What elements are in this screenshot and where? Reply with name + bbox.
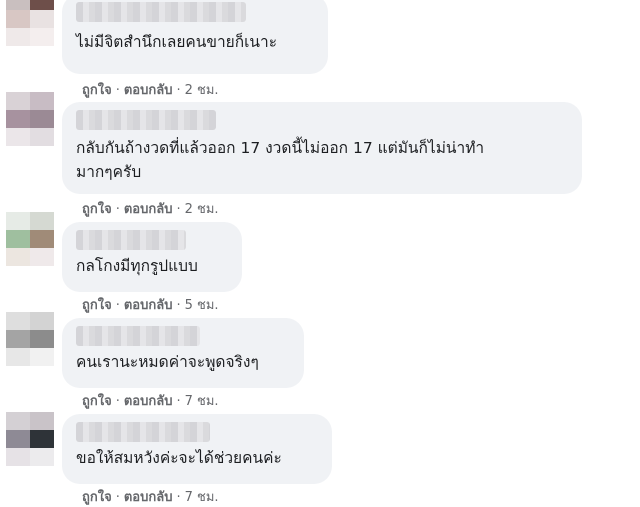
comment-timestamp[interactable]: 2 ชม. — [185, 202, 219, 217]
comment-text: คนเรานะหมดค่าจะพูดจริงๆ — [76, 353, 259, 371]
avatar-pixel — [6, 448, 30, 466]
avatar-pixel — [30, 212, 54, 230]
reply-button[interactable]: ตอบกลับ — [124, 394, 173, 409]
avatar-pixel — [30, 128, 54, 146]
separator: · — [176, 490, 181, 505]
commenter-name-blurred[interactable] — [76, 110, 216, 130]
avatar-pixel — [6, 10, 30, 28]
comment-actions: ถูกใจ · ตอบกลับ · 2 ชม. — [82, 198, 219, 219]
comment-actions: ถูกใจ · ตอบกลับ · 7 ชม. — [82, 390, 219, 411]
reply-button[interactable]: ตอบกลับ — [124, 490, 173, 505]
avatar-pixel — [6, 28, 30, 46]
comment-timestamp[interactable]: 7 ชม. — [185, 394, 219, 409]
like-button[interactable]: ถูกใจ — [82, 83, 112, 98]
like-button[interactable]: ถูกใจ — [82, 490, 112, 505]
separator: · — [115, 394, 120, 409]
reply-button[interactable]: ตอบกลับ — [124, 298, 173, 313]
avatar-pixel — [6, 412, 30, 430]
comment-actions: ถูกใจ · ตอบกลับ · 5 ชม. — [82, 294, 219, 315]
avatar-pixel — [30, 28, 54, 46]
avatar[interactable] — [6, 412, 54, 466]
separator: · — [115, 490, 120, 505]
separator: · — [176, 83, 181, 98]
like-button[interactable]: ถูกใจ — [82, 394, 112, 409]
avatar-pixel — [30, 248, 54, 266]
separator: · — [176, 394, 181, 409]
avatar-pixel — [6, 92, 30, 110]
comment-timestamp[interactable]: 7 ชม. — [185, 490, 219, 505]
comment-bubble: กลโกงมีทุกรูปแบบ — [62, 222, 242, 292]
avatar-pixel — [6, 212, 30, 230]
avatar-pixel — [6, 248, 30, 266]
avatar-pixel — [6, 348, 30, 366]
reply-button[interactable]: ตอบกลับ — [124, 202, 173, 217]
avatar-pixel — [6, 110, 30, 128]
commenter-name-blurred[interactable] — [76, 230, 186, 250]
avatar-pixel — [30, 312, 54, 330]
separator: · — [176, 298, 181, 313]
comment-actions: ถูกใจ · ตอบกลับ · 2 ชม. — [82, 79, 219, 100]
like-button[interactable]: ถูกใจ — [82, 298, 112, 313]
commenter-name-blurred[interactable] — [76, 2, 246, 22]
avatar-pixel — [30, 330, 54, 348]
commenter-name-blurred[interactable] — [76, 326, 200, 346]
comment-actions: ถูกใจ · ตอบกลับ · 7 ชม. — [82, 486, 219, 507]
comment-timestamp[interactable]: 2 ชม. — [185, 83, 219, 98]
avatar-pixel — [6, 0, 30, 10]
comment-bubble: คนเรานะหมดค่าจะพูดจริงๆ — [62, 318, 304, 388]
avatar[interactable] — [6, 0, 54, 46]
comment-bubble: ขอให้สมหวังค่ะจะได้ช่วยคนค่ะ — [62, 414, 332, 484]
separator: · — [115, 298, 120, 313]
comment-bubble: กลับกันถ้างวดที่แล้วออก 17 งวดนี้ไม่ออก … — [62, 102, 582, 194]
separator: · — [115, 83, 120, 98]
comment-bubble: ไม่มีจิตสำนึกเลยคนขายก็เนาะ — [62, 0, 328, 74]
avatar[interactable] — [6, 212, 54, 266]
avatar-pixel — [6, 128, 30, 146]
avatar-pixel — [30, 230, 54, 248]
comment-text: กลโกงมีทุกรูปแบบ — [76, 257, 198, 275]
avatar-pixel — [30, 430, 54, 448]
avatar-pixel — [6, 430, 30, 448]
avatar-pixel — [6, 312, 30, 330]
comment-text: ไม่มีจิตสำนึกเลยคนขายก็เนาะ — [76, 33, 278, 51]
comment-text: กลับกันถ้างวดที่แล้วออก 17 งวดนี้ไม่ออก … — [76, 139, 485, 181]
avatar-pixel — [6, 330, 30, 348]
commenter-name-blurred[interactable] — [76, 422, 210, 442]
avatar-pixel — [30, 10, 54, 28]
comment-text: ขอให้สมหวังค่ะจะได้ช่วยคนค่ะ — [76, 449, 282, 467]
reply-button[interactable]: ตอบกลับ — [124, 83, 173, 98]
avatar-pixel — [30, 448, 54, 466]
separator: · — [115, 202, 120, 217]
avatar-pixel — [30, 92, 54, 110]
avatar-pixel — [30, 412, 54, 430]
like-button[interactable]: ถูกใจ — [82, 202, 112, 217]
comment-timestamp[interactable]: 5 ชม. — [185, 298, 219, 313]
avatar[interactable] — [6, 92, 54, 146]
avatar-pixel — [30, 348, 54, 366]
avatar-pixel — [6, 230, 30, 248]
avatar-pixel — [30, 0, 54, 10]
avatar[interactable] — [6, 312, 54, 366]
separator: · — [176, 202, 181, 217]
avatar-pixel — [30, 110, 54, 128]
